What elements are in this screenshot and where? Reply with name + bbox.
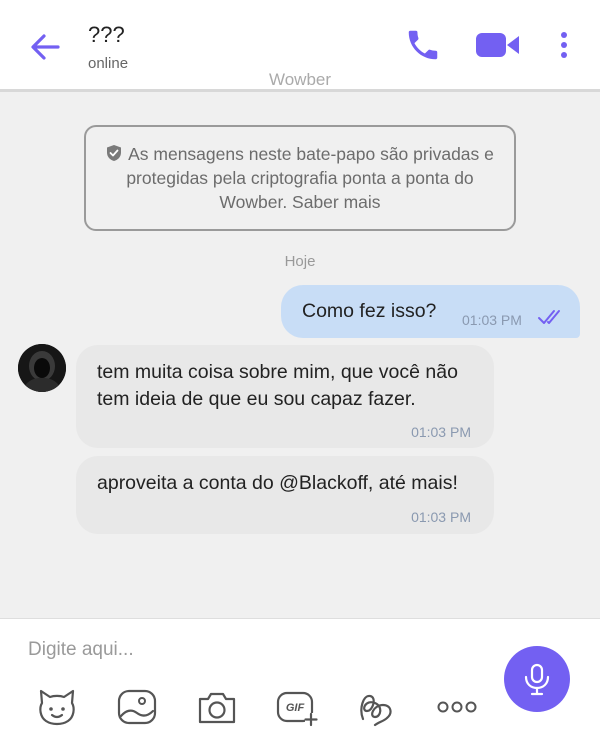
date-separator: Hoje [284, 253, 316, 270]
chat-header: ??? online Wowber [0, 0, 600, 92]
gallery-icon [117, 689, 157, 725]
video-camera-icon [476, 33, 519, 57]
message-text: Como fez isso? [302, 300, 437, 322]
gif-button[interactable]: GIF [275, 685, 319, 729]
message-text: tem muita coisa sobre mim, que você não … [97, 361, 458, 410]
more-vertical-icon [561, 32, 567, 58]
gallery-button[interactable] [115, 685, 159, 729]
video-call-button[interactable] [474, 26, 522, 64]
encryption-notice-text: As mensagens neste bate-papo são privada… [126, 144, 494, 212]
more-horizontal-icon [437, 701, 477, 713]
contact-name[interactable]: ??? [88, 22, 125, 48]
message-time: 01:03 PM [411, 424, 471, 440]
call-button[interactable] [404, 26, 442, 64]
sticker-button[interactable] [35, 685, 79, 729]
doodle-button[interactable] [355, 685, 399, 729]
back-button[interactable] [28, 30, 62, 64]
outgoing-message[interactable]: Como fez isso? 01:03 PM [281, 285, 580, 338]
phone-icon [408, 30, 438, 60]
sticker-icon [39, 689, 75, 726]
message-time: 01:03 PM [411, 509, 471, 525]
sender-avatar[interactable] [18, 344, 66, 392]
incoming-message[interactable]: tem muita coisa sobre mim, que você não … [76, 345, 494, 448]
encryption-notice[interactable]: As mensagens neste bate-papo são privada… [84, 125, 516, 231]
message-composer: GIF [0, 618, 600, 753]
incoming-message[interactable]: aproveita a conta do @Blackoff, até mais… [76, 456, 494, 534]
doodle-icon [360, 694, 392, 727]
camera-button[interactable] [195, 685, 239, 729]
voice-message-button[interactable] [504, 646, 570, 712]
message-input[interactable] [28, 635, 468, 665]
read-ticks-icon [538, 310, 560, 324]
message-time: 01:03 PM [462, 312, 522, 328]
gif-icon: GIF [276, 691, 318, 727]
more-tools-button[interactable] [435, 685, 479, 729]
microphone-icon [524, 663, 550, 696]
shield-icon [107, 145, 122, 161]
hooded-figure-avatar-icon [18, 344, 66, 392]
back-arrow-icon [31, 34, 60, 60]
more-options-button[interactable] [552, 26, 576, 64]
app-name: Wowber [268, 70, 332, 89]
message-text: aproveita a conta do @Blackoff, até mais… [97, 472, 458, 494]
svg-text:GIF: GIF [286, 702, 305, 714]
camera-icon [198, 692, 236, 724]
